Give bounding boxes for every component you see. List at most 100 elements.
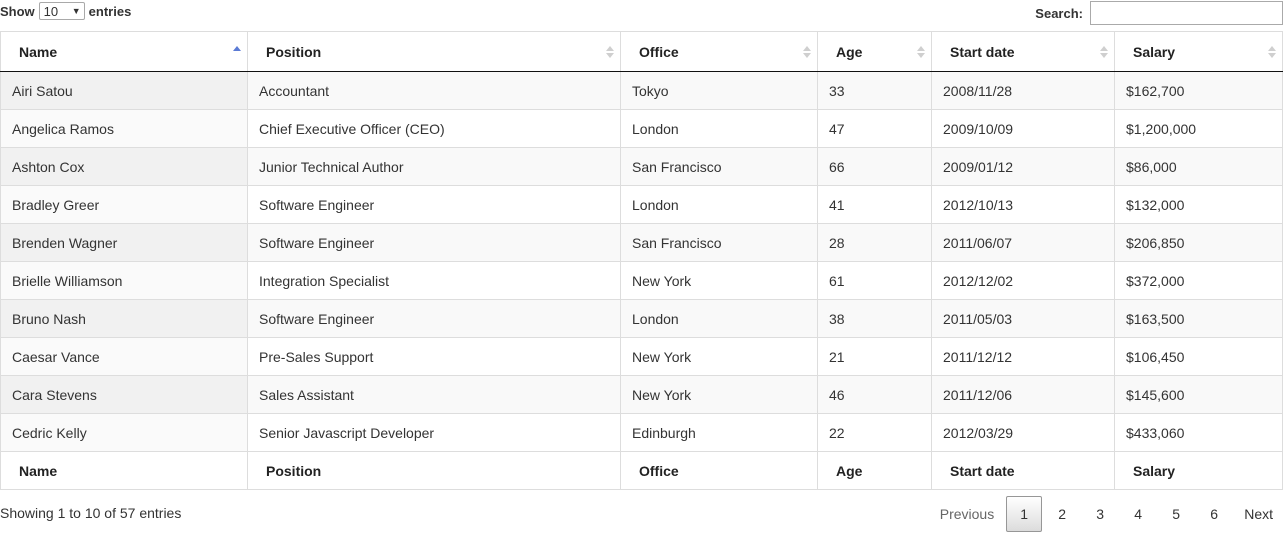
cell-start-date: 2009/01/12 xyxy=(931,147,1115,186)
cell-salary: $145,600 xyxy=(1114,375,1283,414)
cell-salary: $433,060 xyxy=(1114,413,1283,452)
cell-position: Sales Assistant xyxy=(247,375,621,414)
page-button-3[interactable]: 3 xyxy=(1082,496,1118,532)
cell-salary: $372,000 xyxy=(1114,261,1283,300)
cell-salary: $1,200,000 xyxy=(1114,109,1283,148)
column-header-label: Position xyxy=(266,43,322,60)
cell-salary: $132,000 xyxy=(1114,185,1283,224)
cell-start-date: 2012/03/29 xyxy=(931,413,1115,452)
cell-office: New York xyxy=(620,261,818,300)
table-info: Showing 1 to 10 of 57 entries xyxy=(0,505,182,521)
table-row: Brenden Wagner Software Engineer San Franc… xyxy=(0,223,1283,262)
next-page-button[interactable]: Next xyxy=(1234,496,1283,532)
column-header-label: Name xyxy=(19,43,58,60)
cell-office: New York xyxy=(620,337,818,376)
page-length-value: 10 xyxy=(43,3,59,19)
cell-position: Integration Specialist xyxy=(247,261,621,300)
cell-age: 66 xyxy=(817,147,932,186)
pagination: Previous 1 2 3 4 5 6 Next xyxy=(928,496,1283,532)
previous-page-button[interactable]: Previous xyxy=(930,496,1004,532)
table-row: Airi Satou Accountant Tokyo 33 2008/11/28 $16… xyxy=(0,71,1283,110)
show-label: Show xyxy=(0,3,35,19)
table-footer: Name Position Office Age Start date Salary xyxy=(0,451,1283,490)
column-footer-start-date: Start date xyxy=(931,451,1115,490)
cell-office: London xyxy=(620,185,818,224)
chevron-down-icon: ▼ xyxy=(71,6,81,16)
table-row: Caesar Vance Pre-Sales Support New York 21 2… xyxy=(0,337,1283,376)
cell-age: 47 xyxy=(817,109,932,148)
cell-office: San Francisco xyxy=(620,147,818,186)
cell-age: 41 xyxy=(817,185,932,224)
cell-start-date: 2008/11/28 xyxy=(931,71,1115,110)
page-button-1[interactable]: 1 xyxy=(1006,496,1043,532)
search-input[interactable] xyxy=(1090,1,1283,25)
table-row: Bruno Nash Software Engineer London 38 2011/… xyxy=(0,299,1283,338)
column-header-salary[interactable]: Salary xyxy=(1114,31,1283,72)
sort-both-icon xyxy=(1100,44,1108,60)
cell-age: 22 xyxy=(817,413,932,452)
cell-name: Bradley Greer xyxy=(0,185,248,224)
cell-name: Caesar Vance xyxy=(0,337,248,376)
cell-name: Ashton Cox xyxy=(0,147,248,186)
column-header-label: Age xyxy=(836,43,863,60)
cell-name: Bruno Nash xyxy=(0,299,248,338)
column-header-start-date[interactable]: Start date xyxy=(931,31,1115,72)
cell-start-date: 2011/12/12 xyxy=(931,337,1115,376)
cell-name: Airi Satou xyxy=(0,71,248,110)
cell-name: Angelica Ramos xyxy=(0,109,248,148)
column-header-label: Start date xyxy=(950,43,1015,60)
table-row: Angelica Ramos Chief Executive Officer (C… xyxy=(0,109,1283,148)
cell-start-date: 2012/12/02 xyxy=(931,261,1115,300)
table-row: Bradley Greer Software Engineer London 41 20… xyxy=(0,185,1283,224)
column-header-name[interactable]: Name xyxy=(0,31,248,72)
page-button-2[interactable]: 2 xyxy=(1044,496,1080,532)
column-header-label: Salary xyxy=(1133,43,1176,60)
cell-position: Senior Javascript Developer xyxy=(247,413,621,452)
cell-position: Chief Executive Officer (CEO) xyxy=(247,109,621,148)
data-table: Name Position Office Age Start date Salary Ai… xyxy=(0,31,1283,490)
cell-name: Cedric Kelly xyxy=(0,413,248,452)
cell-salary: $86,000 xyxy=(1114,147,1283,186)
cell-office: New York xyxy=(620,375,818,414)
cell-name: Brenden Wagner xyxy=(0,223,248,262)
column-header-label: Office xyxy=(639,43,679,60)
cell-position: Software Engineer xyxy=(247,299,621,338)
column-header-office[interactable]: Office xyxy=(620,31,818,72)
sort-ascending-icon xyxy=(233,44,241,60)
page-button-6[interactable]: 6 xyxy=(1196,496,1232,532)
cell-office: London xyxy=(620,109,818,148)
search-control: Search: xyxy=(1035,0,1283,26)
sort-both-icon xyxy=(606,44,614,60)
column-footer-age: Age xyxy=(817,451,932,490)
cell-age: 33 xyxy=(817,71,932,110)
cell-age: 61 xyxy=(817,261,932,300)
column-header-age[interactable]: Age xyxy=(817,31,932,72)
table-row: Brielle Williamson Integration Specialist… xyxy=(0,261,1283,300)
column-header-position[interactable]: Position xyxy=(247,31,621,72)
cell-salary: $106,450 xyxy=(1114,337,1283,376)
table-body: Airi Satou Accountant Tokyo 33 2008/11/28 $16… xyxy=(0,71,1283,452)
cell-name: Cara Stevens xyxy=(0,375,248,414)
entries-label: entries xyxy=(88,3,132,19)
page-length-select[interactable]: 10 ▼ xyxy=(38,2,85,20)
cell-salary: $206,850 xyxy=(1114,223,1283,262)
table-header: Name Position Office Age Start date Salary xyxy=(0,31,1283,72)
cell-office: Edinburgh xyxy=(620,413,818,452)
cell-start-date: 2011/05/03 xyxy=(931,299,1115,338)
cell-age: 46 xyxy=(817,375,932,414)
cell-start-date: 2009/10/09 xyxy=(931,109,1115,148)
cell-position: Software Engineer xyxy=(247,185,621,224)
cell-position: Pre-Sales Support xyxy=(247,337,621,376)
cell-age: 38 xyxy=(817,299,932,338)
cell-salary: $162,700 xyxy=(1114,71,1283,110)
cell-age: 21 xyxy=(817,337,932,376)
search-label: Search: xyxy=(1035,5,1083,21)
cell-salary: $163,500 xyxy=(1114,299,1283,338)
cell-name: Brielle Williamson xyxy=(0,261,248,300)
column-footer-name: Name xyxy=(0,451,248,490)
cell-position: Accountant xyxy=(247,71,621,110)
page-button-5[interactable]: 5 xyxy=(1158,496,1194,532)
table-row: Cara Stevens Sales Assistant New York 46 201… xyxy=(0,375,1283,414)
page-button-4[interactable]: 4 xyxy=(1120,496,1156,532)
column-footer-position: Position xyxy=(247,451,621,490)
